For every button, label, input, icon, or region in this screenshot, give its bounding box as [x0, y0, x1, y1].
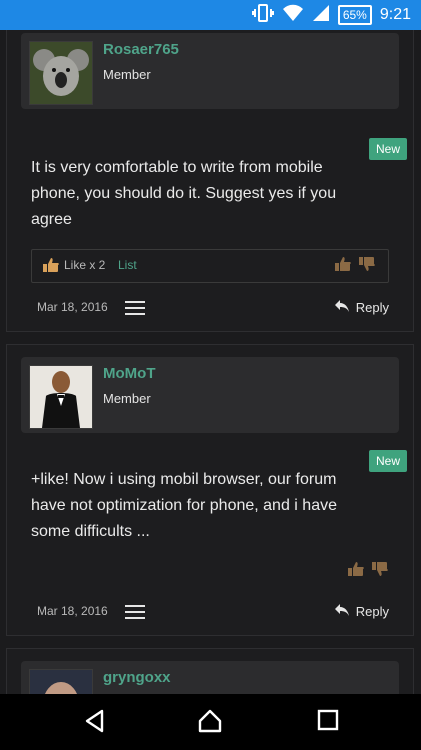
post-footer: Mar 18, 2016 Reply [37, 601, 393, 623]
reply-arrow-icon [334, 299, 350, 316]
thumbs-up-icon[interactable] [347, 561, 365, 582]
post-footer: Mar 18, 2016 Reply [37, 297, 393, 319]
thumbs-up-icon[interactable] [334, 256, 352, 277]
home-icon[interactable] [197, 708, 223, 739]
post-header: gryngoxx [21, 661, 399, 694]
hamburger-menu-icon[interactable] [125, 301, 145, 315]
thread-content[interactable]: Rosaer765 Member New It is very comforta… [0, 30, 421, 694]
post: MoMoT Member New +like! Now i using mobi… [6, 344, 414, 636]
navigation-bar [0, 694, 421, 750]
battery-indicator: 65% [337, 5, 372, 25]
status-bar: 65% 9:21 [0, 0, 421, 30]
rating-icons [347, 561, 389, 582]
post-date[interactable]: Mar 18, 2016 [37, 604, 108, 618]
post-date[interactable]: Mar 18, 2016 [37, 300, 108, 314]
post: Rosaer765 Member New It is very comforta… [6, 30, 414, 332]
clock: 9:21 [379, 6, 411, 23]
username[interactable]: Rosaer765 [103, 41, 179, 58]
post-header: Rosaer765 Member [21, 33, 399, 109]
avatar[interactable] [29, 669, 93, 694]
username[interactable]: MoMoT [103, 365, 155, 382]
reply-button[interactable]: Reply [334, 603, 389, 620]
thumbs-down-icon[interactable] [358, 256, 376, 277]
signal-icon [312, 4, 330, 27]
new-badge: New [369, 450, 407, 472]
likes-summary: Like x 2 List [31, 249, 389, 283]
hamburger-menu-icon[interactable] [125, 605, 145, 619]
post-message: It is very comfortable to write from mob… [31, 159, 337, 228]
reply-arrow-icon [334, 603, 350, 620]
thumbs-down-icon[interactable] [371, 561, 389, 582]
avatar[interactable] [29, 41, 93, 105]
vibrate-icon [251, 3, 274, 27]
reply-label: Reply [355, 604, 389, 619]
post-message: +like! Now i using mobil browser, our fo… [31, 471, 337, 540]
likes-count: Like x 2 [64, 258, 106, 272]
wifi-icon [282, 4, 304, 27]
username[interactable]: gryngoxx [103, 669, 171, 686]
avatar[interactable] [29, 365, 93, 429]
post: gryngoxx [6, 648, 414, 694]
recents-square-icon[interactable] [316, 708, 340, 737]
user-role: Member [103, 391, 151, 406]
user-role: Member [103, 67, 151, 82]
likes-list-link[interactable]: List [118, 258, 137, 272]
thumbs-up-icon [42, 257, 60, 278]
back-triangle-icon[interactable] [82, 708, 108, 739]
reply-button[interactable]: Reply [334, 299, 389, 316]
reply-label: Reply [355, 300, 389, 315]
post-header: MoMoT Member [21, 357, 399, 433]
new-badge: New [369, 138, 407, 160]
